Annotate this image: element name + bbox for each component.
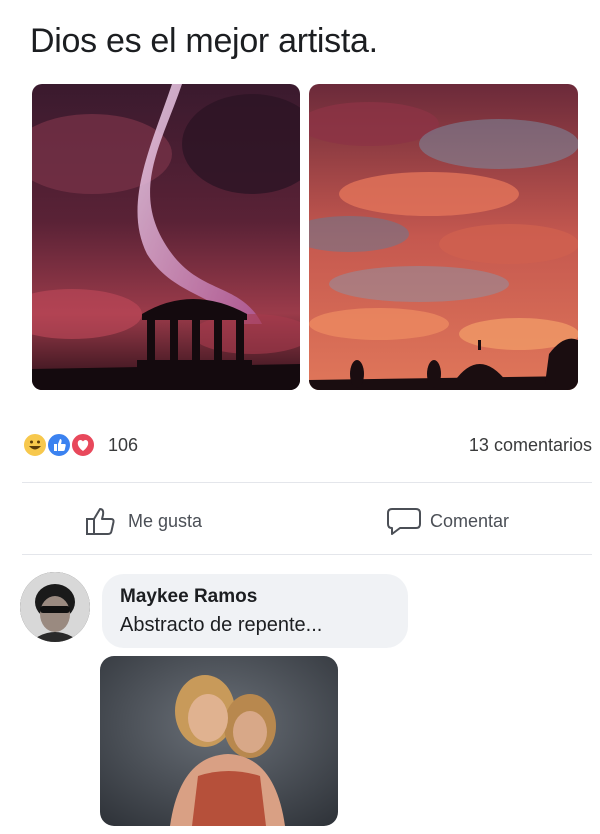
post-text: Dios es el mejor artista. — [30, 22, 378, 60]
comment-attached-photo — [100, 656, 338, 826]
avatar-photo — [20, 572, 90, 642]
comment-bubble: Maykee Ramos Abstracto de repente... — [102, 574, 408, 648]
comment-button[interactable]: Comentar — [386, 502, 509, 540]
love-icon — [70, 432, 96, 458]
sunset-clouds-photo — [309, 84, 578, 390]
thumbs-up-icon — [86, 508, 115, 535]
comment-text: Abstracto de repente... — [120, 614, 323, 636]
comment-photo[interactable] — [100, 656, 338, 826]
reaction-count[interactable]: 106 — [108, 435, 138, 456]
like-label: Me gusta — [128, 510, 203, 531]
storm-gazebo-photo — [32, 84, 300, 390]
comment-icon — [387, 508, 421, 535]
divider — [22, 482, 592, 483]
comment-label: Comentar — [430, 510, 510, 531]
like-icon — [46, 432, 72, 458]
reactions-summary[interactable]: 106 13 comentarios — [22, 428, 592, 462]
avatar[interactable] — [20, 572, 90, 642]
post-photo-right[interactable] — [309, 84, 578, 390]
like-button[interactable]: Me gusta — [84, 502, 202, 540]
comment-author[interactable]: Maykee Ramos — [120, 586, 390, 608]
reaction-icons[interactable] — [22, 432, 106, 458]
post-photo-left[interactable] — [32, 84, 300, 390]
comment-count[interactable]: 13 comentarios — [469, 435, 592, 456]
haha-icon — [22, 432, 48, 458]
divider — [22, 554, 592, 555]
